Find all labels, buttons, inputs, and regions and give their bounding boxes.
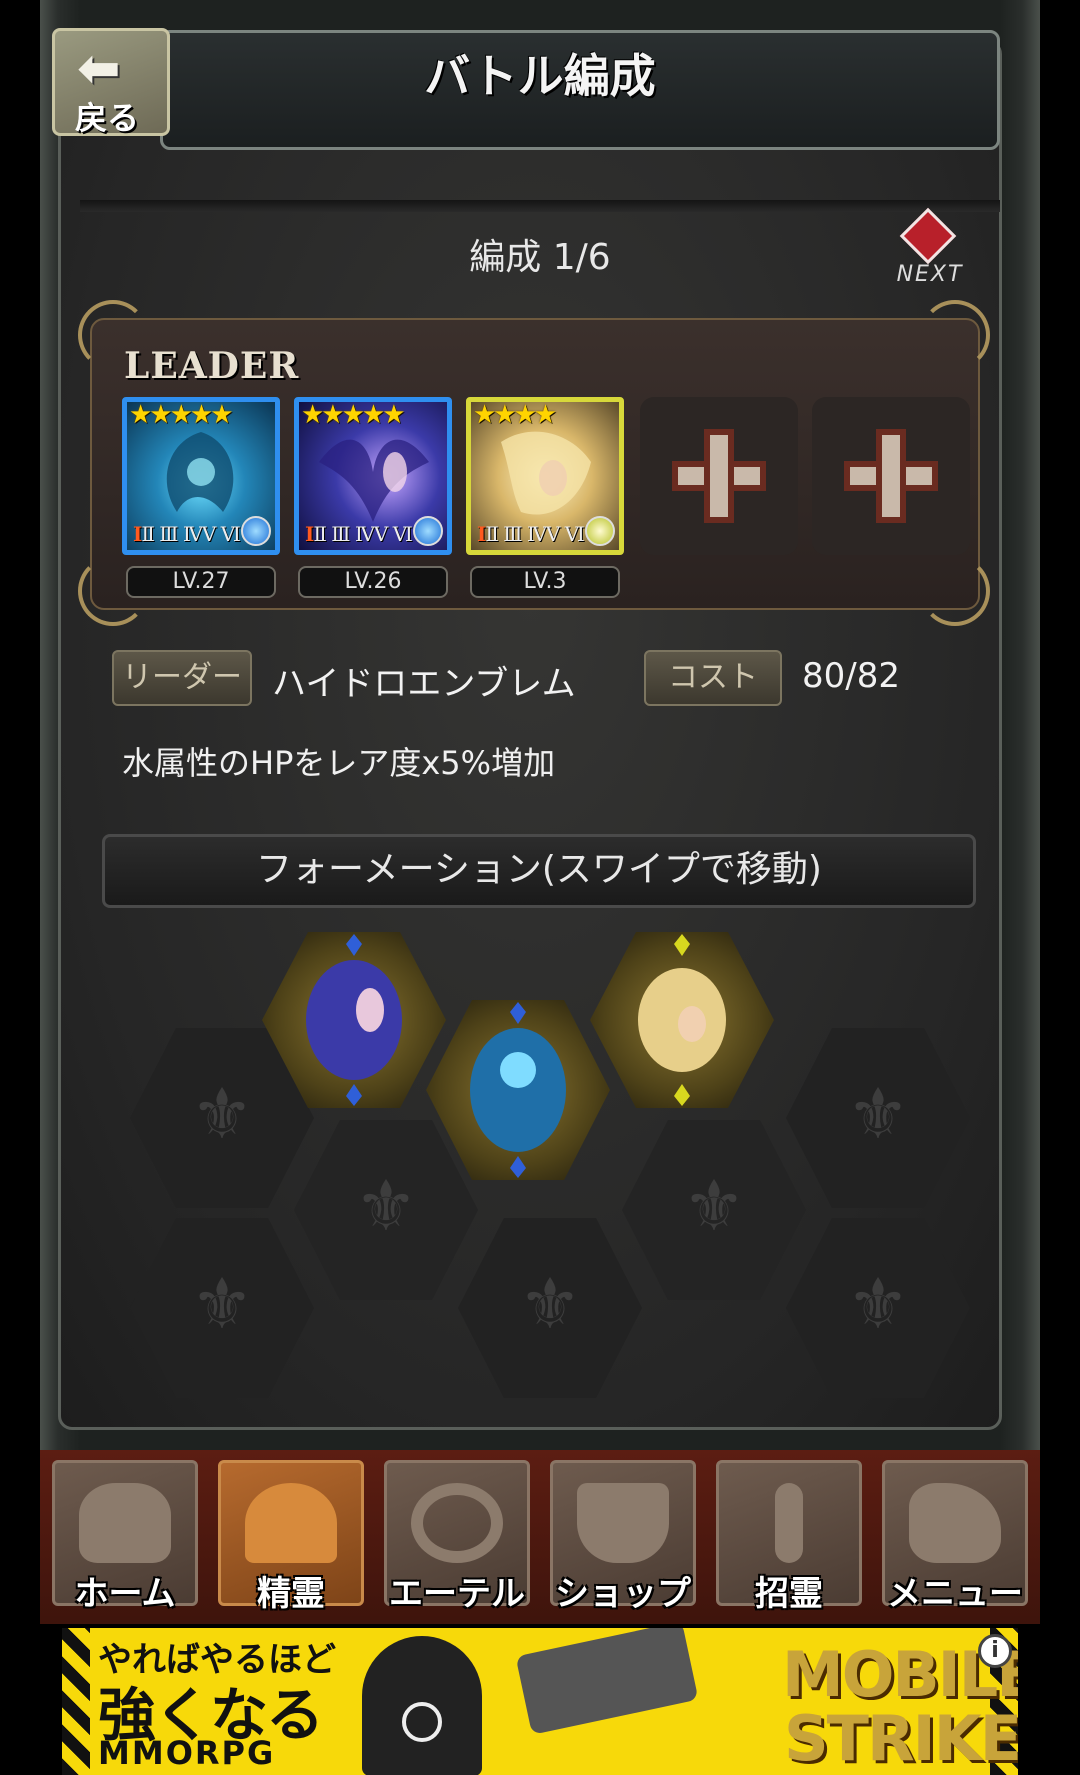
- leader-tag: リーダー: [112, 650, 252, 706]
- hex-slot-empty-3[interactable]: ⚜: [294, 1120, 478, 1300]
- card-level-3: LV.3: [470, 566, 620, 598]
- empty-slot-5[interactable]: [812, 397, 970, 555]
- emblem-icon: ⚜: [519, 1263, 582, 1345]
- water-element-icon: [413, 516, 443, 546]
- empty-slot-4[interactable]: [640, 397, 798, 555]
- leader-skill-description: 水属性のHPをレア度x5%増加: [122, 744, 556, 782]
- nav-summon-label: 招霊: [755, 1574, 823, 1614]
- rank-rest: Ⅱ Ⅲ ⅣⅤ Ⅵ: [141, 522, 240, 546]
- helmet-icon: [79, 1483, 171, 1563]
- hand-icon: [909, 1483, 1001, 1563]
- hex-slot-empty-5[interactable]: ⚜: [622, 1120, 806, 1300]
- plus-icon-vertical: [876, 429, 906, 523]
- next-label: NEXT: [896, 262, 964, 287]
- ad-info-icon[interactable]: i: [978, 1634, 1012, 1668]
- ad-genre: MMORPG: [98, 1734, 276, 1772]
- ornament-bottom-right: [920, 556, 990, 626]
- light-element-icon: [585, 516, 615, 546]
- cost-value: 80/82: [802, 656, 900, 696]
- cost-tag: コスト: [644, 650, 782, 706]
- ornament-top-right: [920, 300, 990, 370]
- card-level-2: LV.26: [298, 566, 448, 598]
- emblem-icon: ⚜: [683, 1165, 746, 1247]
- plus-icon-vertical: [704, 429, 734, 523]
- hex-slot-empty-6[interactable]: ⚜: [786, 1028, 970, 1208]
- nav-shop-label: ショップ: [555, 1574, 691, 1614]
- nav-menu-label: メニュー: [887, 1574, 1023, 1614]
- divider: [80, 200, 1000, 212]
- emblem-icon: ⚜: [355, 1165, 418, 1247]
- rank-rest: Ⅱ Ⅲ ⅣⅤ Ⅵ: [313, 522, 412, 546]
- hex-slot-empty-4[interactable]: ⚜: [458, 1218, 642, 1398]
- formation-hex-grid[interactable]: ⚜ ⚜ ⚜ ⚜ ⚜ ⚜ ⚜: [80, 920, 1000, 1420]
- hex-slot-empty-2[interactable]: ⚜: [130, 1218, 314, 1398]
- water-element-icon: [241, 516, 271, 546]
- hex-slot-empty-7[interactable]: ⚜: [786, 1218, 970, 1398]
- emblem-icon: ⚜: [847, 1263, 910, 1345]
- ad-brand-line2: STRIKE: [784, 1702, 1018, 1775]
- hazard-stripe-left: [62, 1628, 90, 1775]
- arrow-left-icon: ⬅: [77, 39, 121, 99]
- emblem-icon: ⚜: [847, 1073, 910, 1155]
- party-card-2[interactable]: ★★★★★ ⅠⅡ Ⅲ ⅣⅤ Ⅵ: [294, 397, 452, 555]
- leader-skill-name: ハイドロエンブレム: [272, 664, 576, 704]
- bullseye-icon: [402, 1702, 442, 1742]
- emblem-icon: ⚜: [191, 1263, 254, 1345]
- rank-label: ⅠⅡ Ⅲ ⅣⅤ Ⅵ: [133, 522, 241, 546]
- ring-icon: [411, 1483, 503, 1563]
- next-button[interactable]: NEXT: [890, 207, 970, 292]
- nav-spirit-label: 精霊: [257, 1574, 325, 1614]
- pistol-icon: [515, 1628, 699, 1735]
- hex-slot-dragon[interactable]: [426, 1000, 610, 1180]
- party-card-1[interactable]: ★★★★★ ⅠⅡ Ⅲ ⅣⅤ Ⅵ: [122, 397, 280, 555]
- rarity-stars: ★★★★★: [301, 400, 406, 430]
- nav-ether-label: エーテル: [389, 1574, 525, 1614]
- card-level-1: LV.27: [126, 566, 276, 598]
- rank-label: ⅠⅡ Ⅲ ⅣⅤ Ⅵ: [305, 522, 413, 546]
- nav-home-label: ホーム: [74, 1574, 176, 1614]
- ad-banner[interactable]: やればやるほど 強くなる MMORPG MOBILE STRIKE i: [62, 1628, 1018, 1775]
- hex-slot-maiden[interactable]: [590, 932, 774, 1108]
- next-icon: [899, 207, 957, 265]
- rarity-stars: ★★★★★: [129, 400, 234, 430]
- party-card-3[interactable]: ★★★★ ⅠⅡ Ⅲ ⅣⅤ Ⅵ: [466, 397, 624, 555]
- back-label: 戻る: [75, 99, 140, 137]
- formation-header: フォーメーション(スワイプで移動): [102, 834, 976, 908]
- bag-icon: [577, 1483, 669, 1563]
- ankh-icon: [775, 1483, 803, 1563]
- leader-label: LEADER: [124, 345, 300, 387]
- rank-label: ⅠⅡ Ⅲ ⅣⅤ Ⅵ: [477, 522, 585, 546]
- back-button[interactable]: ⬅ 戻る: [52, 28, 170, 137]
- emblem-icon: ⚜: [191, 1073, 254, 1155]
- rank-rest: Ⅱ Ⅲ ⅣⅤ Ⅵ: [485, 522, 584, 546]
- rarity-stars: ★★★★: [473, 400, 557, 430]
- spirit-icon: [245, 1483, 337, 1563]
